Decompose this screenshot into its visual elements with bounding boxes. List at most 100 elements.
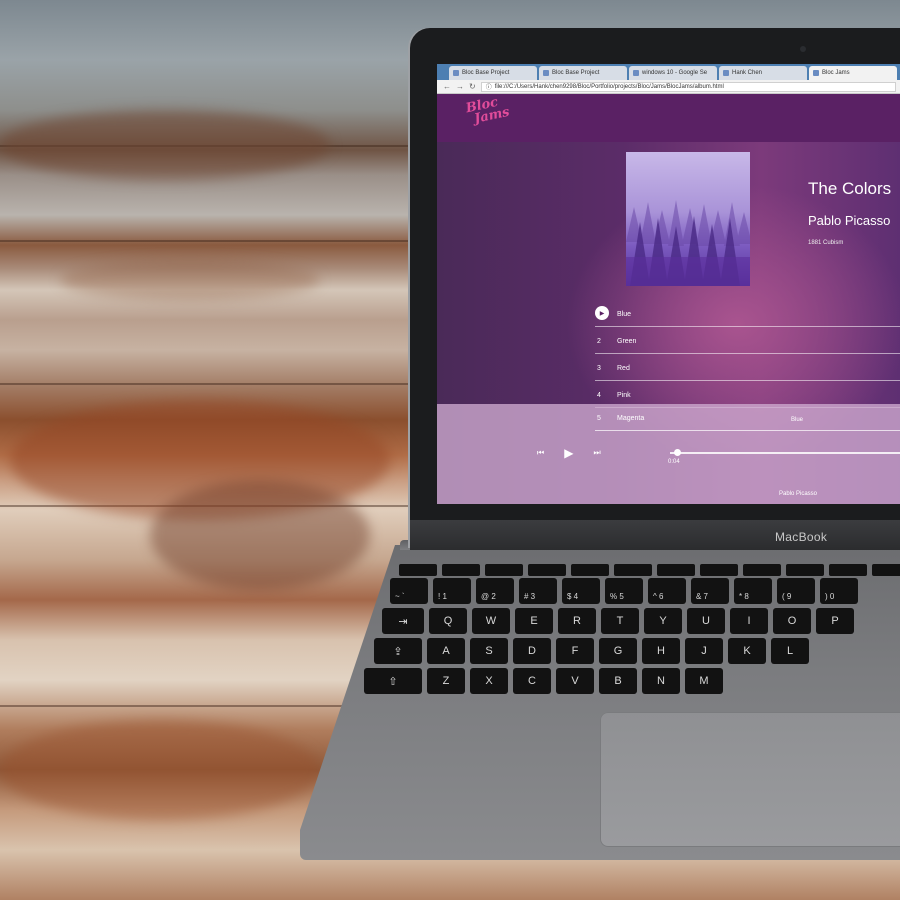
song-number: 2 [597,338,601,345]
qwerty-key-row: ⇥ Q W E R T Y U I O P [382,608,854,634]
back-icon[interactable]: ← [443,82,451,91]
now-playing-artist: Pablo Picasso [779,491,818,497]
page-icon [453,70,459,76]
keyboard-key[interactable]: U [687,608,725,634]
browser-tab[interactable]: windows 10 - Google Se [629,66,717,80]
tab-label: Bloc Base Project [462,70,510,76]
current-time: 0:04 [668,459,680,465]
keyboard-key[interactable]: ) 0 [820,578,858,604]
keyboard-key[interactable]: % 5 [605,578,643,604]
now-playing-title: Blue [791,417,804,423]
keyboard-key[interactable]: ~ ` [390,578,428,604]
keyboard-key[interactable]: X [470,668,508,694]
keyboard-key[interactable]: Z [427,668,465,694]
keyboard-key[interactable]: J [685,638,723,664]
player-bar: 5 Magenta Blue ⏮ ▶ ⏭ 0:04 Pablo Picasso [437,404,900,504]
song-row[interactable]: ▶ Blue [595,300,900,327]
function-key[interactable] [700,564,738,576]
album-title: The Colors [808,179,892,198]
function-key[interactable] [528,564,566,576]
keyboard-key[interactable]: N [642,668,680,694]
site-navbar: Bloc Jams [437,94,900,142]
song-name: Pink [617,392,631,399]
function-key[interactable] [442,564,480,576]
function-key[interactable] [485,564,523,576]
keyboard-key[interactable]: R [558,608,596,634]
keyboard-key[interactable]: D [513,638,551,664]
bloc-jams-logo[interactable]: Bloc Jams [465,95,511,127]
song-row[interactable]: 5 Magenta [595,404,900,431]
laptop-screen: Bloc Base Project Bloc Base Project wind… [437,64,900,504]
browser-tab[interactable]: Bloc Base Project [449,66,537,80]
keyboard-key[interactable]: M [685,668,723,694]
forward-icon[interactable]: → [456,82,464,91]
keyboard-key[interactable]: T [601,608,639,634]
keyboard-key[interactable]: G [599,638,637,664]
song-row[interactable]: 3 Red [595,354,900,381]
home-key-row: ⇪ A S D F G H J K L [374,638,809,664]
page-icon [543,70,549,76]
keyboard-key[interactable]: P [816,608,854,634]
function-key[interactable] [399,564,437,576]
keyboard-key[interactable]: Q [429,608,467,634]
seek-bar[interactable] [670,452,900,454]
seek-thumb[interactable] [673,449,681,456]
function-key[interactable] [614,564,652,576]
number-key-row: ~ `! 1 @ 2 # 3 $ 4% 5 ^ 6 & 7 * 8( 9) 0 [390,578,858,604]
tab-label: Bloc Jams [822,70,850,76]
keyboard-key[interactable]: I [730,608,768,634]
song-number: 4 [597,392,601,399]
forest-artwork [626,200,750,286]
song-row[interactable]: 2 Green [595,327,900,354]
keyboard-key[interactable]: A [427,638,465,664]
keyboard-key[interactable]: V [556,668,594,694]
keyboard-key[interactable]: ⇥ [382,608,424,634]
trackpad[interactable] [600,712,900,847]
webcam [800,46,806,52]
keyboard-key[interactable]: @ 2 [476,578,514,604]
keyboard-key[interactable]: L [771,638,809,664]
keyboard-key[interactable]: H [642,638,680,664]
keyboard-key[interactable]: B [599,668,637,694]
keyboard-key[interactable]: E [515,608,553,634]
keyboard-key[interactable]: ! 1 [433,578,471,604]
keyboard-key[interactable]: $ 4 [562,578,600,604]
browser-tab-active[interactable]: Bloc Jams [809,66,897,80]
keyboard-key[interactable]: ^ 6 [648,578,686,604]
keyboard-key[interactable]: S [470,638,508,664]
keyboard-key[interactable]: W [472,608,510,634]
function-key[interactable] [872,564,900,576]
keyboard-key[interactable]: * 8 [734,578,772,604]
play-icon[interactable]: ▶ [595,306,609,320]
keyboard-key[interactable]: & 7 [691,578,729,604]
keyboard-key[interactable]: ⇧ [364,668,422,694]
keyboard-key[interactable]: Y [644,608,682,634]
album-artist: Pablo Picasso [808,213,891,228]
keyboard-key[interactable]: # 3 [519,578,557,604]
next-icon[interactable]: ⏭ [593,449,600,457]
previous-icon[interactable]: ⏮ [537,449,544,457]
album-release-info: 1881 Cubism [808,240,844,246]
function-key[interactable] [786,564,824,576]
keyboard-key[interactable]: K [728,638,766,664]
url-text: file:///C:/Users/Hank/chen9298/Bloc/Port… [494,83,724,90]
keyboard: ~ `! 1 @ 2 # 3 $ 4% 5 ^ 6 & 7 * 8( 9) 0 ⇥ Q W E R T… [352,560,900,710]
player-controls: ⏮ ▶ ⏭ [537,447,601,459]
bloc-jams-page: Bloc Jams The Colors Pablo Picasso 1881 … [437,94,900,504]
laptop-brand-label: MacBook [775,530,828,544]
function-key[interactable] [743,564,781,576]
browser-tab[interactable]: Bloc Base Project [539,66,627,80]
keyboard-key[interactable]: O [773,608,811,634]
url-field[interactable]: ⓘ file:///C:/Users/Hank/chen9298/Bloc/Po… [480,81,896,92]
browser-tab[interactable]: Hank Chen [719,66,807,80]
function-key[interactable] [829,564,867,576]
keyboard-key[interactable]: ⇪ [374,638,422,664]
tab-label: Bloc Base Project [552,70,600,76]
keyboard-key[interactable]: ( 9 [777,578,815,604]
function-key[interactable] [657,564,695,576]
function-key[interactable] [571,564,609,576]
keyboard-key[interactable]: C [513,668,551,694]
keyboard-key[interactable]: F [556,638,594,664]
play-pause-icon[interactable]: ▶ [564,447,573,459]
reload-icon[interactable]: ↻ [469,82,476,91]
